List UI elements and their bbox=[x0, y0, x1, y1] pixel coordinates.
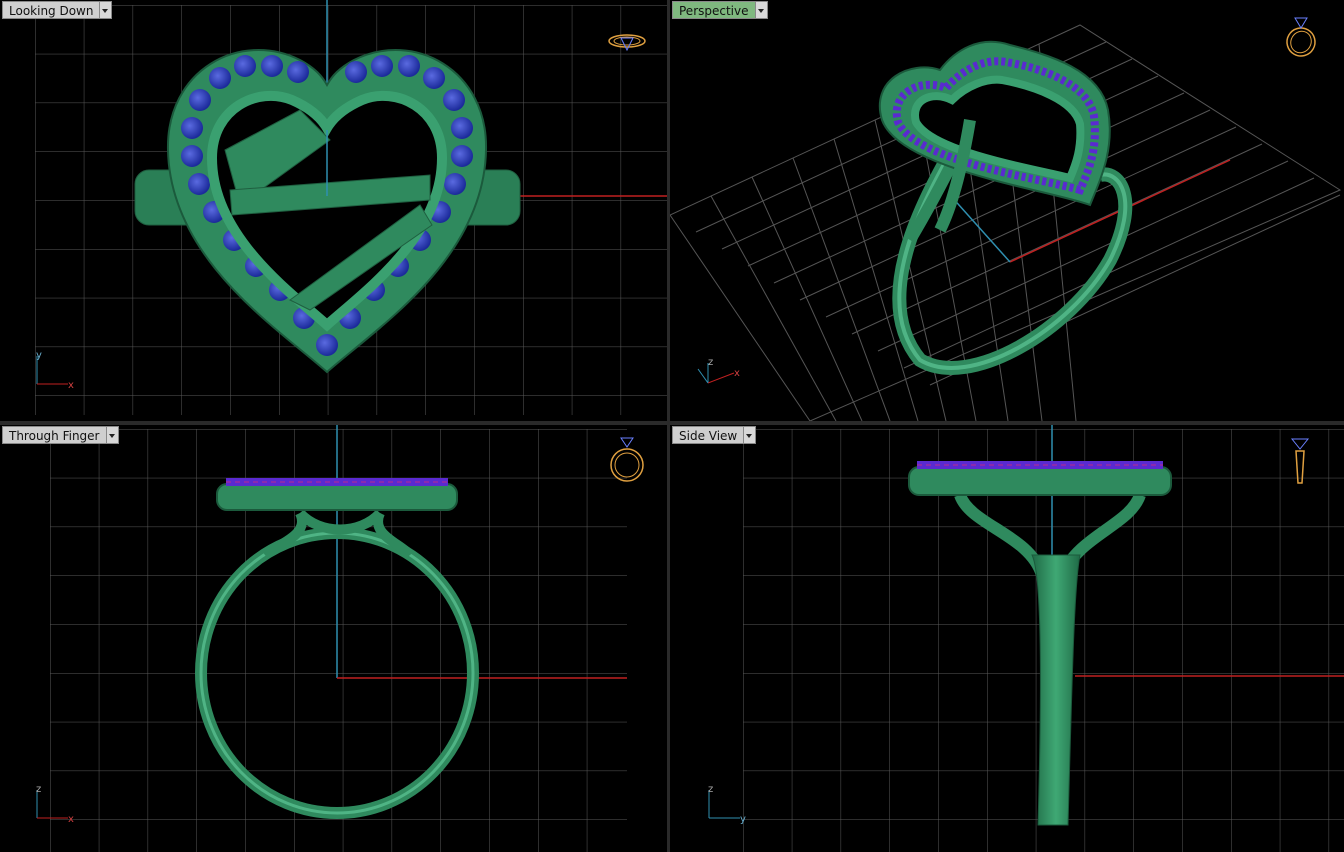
viewport-scene bbox=[50, 425, 627, 852]
ring-side-icon[interactable] bbox=[1287, 433, 1313, 489]
viewport-menu-dropdown[interactable] bbox=[106, 426, 119, 444]
axis-indicator: z x bbox=[697, 357, 740, 384]
viewport-scene bbox=[35, 0, 667, 415]
viewport-label-through-finger[interactable]: Through Finger bbox=[2, 426, 119, 444]
axis-indicator: z y bbox=[708, 784, 746, 825]
axis-label-horizontal: x bbox=[68, 814, 74, 825]
ring-front-icon[interactable] bbox=[606, 433, 648, 485]
viewport-title: Perspective bbox=[672, 1, 756, 19]
viewport-title: Side View bbox=[672, 426, 745, 444]
viewport-menu-dropdown[interactable] bbox=[100, 1, 113, 19]
axis-indicator: y x bbox=[36, 350, 74, 391]
axis-label-horizontal: y bbox=[740, 814, 746, 825]
ring-perspective-icon[interactable] bbox=[1281, 14, 1321, 60]
axis-label-vertical: z bbox=[708, 784, 713, 795]
ring-top-icon[interactable] bbox=[606, 28, 648, 54]
viewport-menu-dropdown[interactable] bbox=[755, 1, 768, 19]
axis-label-horizontal: x bbox=[734, 368, 740, 379]
viewport-label-looking-down[interactable]: Looking Down bbox=[2, 1, 113, 19]
viewport-title: Through Finger bbox=[2, 426, 107, 444]
viewport-through-finger[interactable]: Through Finger z x bbox=[0, 425, 667, 852]
axis-indicator: z x bbox=[36, 784, 74, 825]
viewport-side-view[interactable]: Side View z y bbox=[670, 425, 1344, 852]
axis-label-horizontal: x bbox=[68, 380, 74, 391]
viewport-label-perspective[interactable]: Perspective bbox=[672, 1, 768, 19]
axis-label-vertical: z bbox=[36, 784, 41, 795]
axis-label-vertical: y bbox=[36, 350, 42, 361]
viewport-looking-down[interactable]: Looking Down y x bbox=[0, 0, 667, 421]
viewport-scene bbox=[743, 425, 1344, 852]
viewport-scene bbox=[670, 24, 1342, 421]
viewport-menu-dropdown[interactable] bbox=[744, 426, 757, 444]
viewport-title: Looking Down bbox=[2, 1, 101, 19]
axis-label-vertical: z bbox=[708, 357, 713, 368]
viewport-perspective[interactable]: Perspective z x bbox=[670, 0, 1344, 421]
viewport-label-side-view[interactable]: Side View bbox=[672, 426, 757, 444]
